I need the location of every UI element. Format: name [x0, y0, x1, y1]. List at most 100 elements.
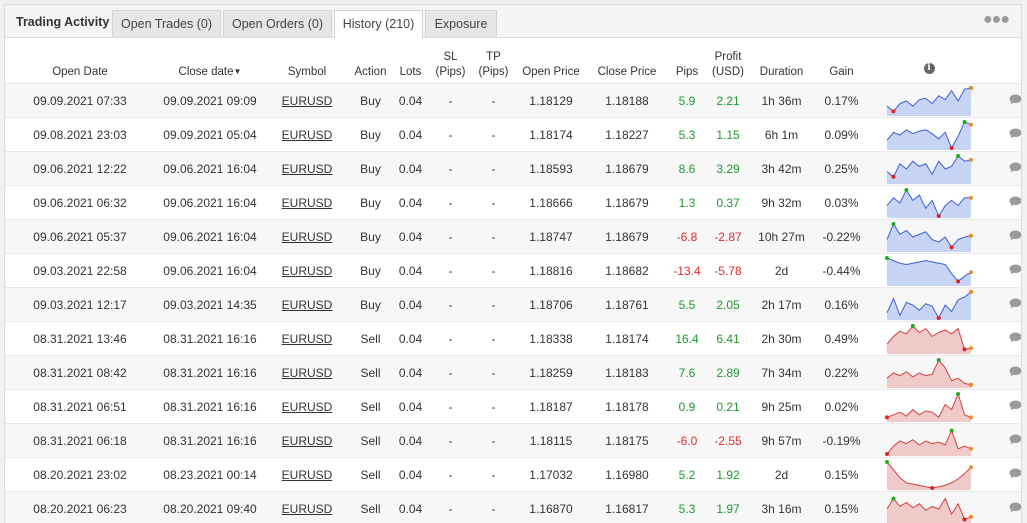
symbol-link[interactable]: EURUSD	[282, 400, 333, 414]
cell-trade-chart[interactable]	[869, 492, 989, 523]
symbol-link[interactable]: EURUSD	[282, 196, 333, 210]
cell-open-date: 08.20.2021 23:02	[5, 458, 155, 492]
comment-icon[interactable]	[1009, 162, 1022, 173]
symbol-link[interactable]: EURUSD	[282, 230, 333, 244]
cell-trade-chart[interactable]	[869, 84, 989, 118]
symbol-link[interactable]: EURUSD	[282, 94, 333, 108]
symbol-link[interactable]: EURUSD	[282, 162, 333, 176]
cell-close-price: 1.18679	[587, 152, 667, 186]
cell-comment	[989, 356, 1022, 390]
header-gain[interactable]: Gain	[814, 38, 869, 84]
cell-open-date: 09.06.2021 12:22	[5, 152, 155, 186]
header-open-date[interactable]: Open Date	[5, 38, 155, 84]
comment-icon[interactable]	[1009, 230, 1022, 241]
comment-icon[interactable]	[1009, 468, 1022, 479]
comment-icon[interactable]	[1009, 264, 1022, 275]
symbol-link[interactable]: EURUSD	[282, 298, 333, 312]
comment-icon[interactable]	[1009, 366, 1022, 377]
sparkline-last-point	[969, 122, 973, 126]
header-symbol[interactable]: Symbol	[265, 38, 349, 84]
sparkline-min-point	[956, 279, 960, 283]
cell-trade-chart[interactable]	[869, 458, 989, 492]
cell-tp: -	[472, 492, 515, 523]
tab-open-trades[interactable]: Open Trades (0)	[112, 10, 221, 37]
comment-icon[interactable]	[1009, 400, 1022, 411]
cell-trade-chart[interactable]	[869, 390, 989, 424]
sparkline-max-point	[937, 358, 941, 362]
header-lots[interactable]: Lots	[392, 38, 429, 84]
header-duration[interactable]: Duration	[749, 38, 814, 84]
table-row[interactable]: 08.31.2021 13:4608.31.2021 16:16EURUSDSe…	[5, 322, 1022, 356]
table-row[interactable]: 09.03.2021 22:5809.06.2021 16:04EURUSDBu…	[5, 254, 1022, 288]
table-row[interactable]: 08.31.2021 08:4208.31.2021 16:16EURUSDSe…	[5, 356, 1022, 390]
table-row[interactable]: 09.06.2021 05:3709.06.2021 16:04EURUSDBu…	[5, 220, 1022, 254]
cell-action: Sell	[349, 458, 392, 492]
table-row[interactable]: 09.06.2021 12:2209.06.2021 16:04EURUSDBu…	[5, 152, 1022, 186]
table-row[interactable]: 08.31.2021 06:1808.31.2021 16:16EURUSDSe…	[5, 424, 1022, 458]
symbol-link[interactable]: EURUSD	[282, 264, 333, 278]
sparkline-min-point	[891, 109, 895, 113]
cell-trade-chart[interactable]	[869, 322, 989, 356]
comment-icon[interactable]	[1009, 128, 1022, 139]
tab-exposure[interactable]: Exposure	[425, 10, 497, 37]
header-open-price[interactable]: Open Price	[515, 38, 587, 84]
symbol-link[interactable]: EURUSD	[282, 366, 333, 380]
symbol-link[interactable]: EURUSD	[282, 332, 333, 346]
cell-lots: 0.04	[392, 84, 429, 118]
tab-history[interactable]: History (210)	[334, 10, 423, 38]
cell-open-price: 1.17032	[515, 458, 587, 492]
table-body: 09.09.2021 07:3309.09.2021 09:09EURUSDBu…	[5, 84, 1022, 523]
symbol-link[interactable]: EURUSD	[282, 128, 333, 142]
cell-trade-chart[interactable]	[869, 288, 989, 322]
table-row[interactable]: 08.31.2021 06:5108.31.2021 16:16EURUSDSe…	[5, 390, 1022, 424]
header-action[interactable]: Action	[349, 38, 392, 84]
sparkline-max-point	[891, 222, 895, 226]
cell-sl: -	[429, 84, 472, 118]
table-row[interactable]: 08.20.2021 23:0208.23.2021 00:14EURUSDSe…	[5, 458, 1022, 492]
table-row[interactable]: 09.08.2021 23:0309.09.2021 05:04EURUSDBu…	[5, 118, 1022, 152]
symbol-link[interactable]: EURUSD	[282, 468, 333, 482]
sparkline-min-point	[937, 214, 941, 218]
cell-action: Buy	[349, 254, 392, 288]
header-tp[interactable]: TP(Pips)	[472, 38, 515, 84]
more-horizontal-icon[interactable]: ●●●	[983, 11, 1009, 29]
comment-icon[interactable]	[1009, 502, 1022, 513]
cell-tp: -	[472, 84, 515, 118]
cell-close-price: 1.18227	[587, 118, 667, 152]
cell-trade-chart[interactable]	[869, 356, 989, 390]
cell-sl: -	[429, 424, 472, 458]
tab-open-orders[interactable]: Open Orders (0)	[223, 10, 332, 37]
cell-trade-chart[interactable]	[869, 118, 989, 152]
cell-lots: 0.04	[392, 186, 429, 220]
table-row[interactable]: 09.09.2021 07:3309.09.2021 09:09EURUSDBu…	[5, 84, 1022, 118]
cell-trade-chart[interactable]	[869, 186, 989, 220]
sparkline-max-point	[904, 188, 908, 192]
cell-symbol: EURUSD	[265, 220, 349, 254]
header-close-price[interactable]: Close Price	[587, 38, 667, 84]
cell-action: Buy	[349, 118, 392, 152]
comment-icon[interactable]	[1009, 434, 1022, 445]
comment-icon[interactable]	[1009, 196, 1022, 207]
cell-pips: 5.3	[667, 492, 707, 523]
symbol-link[interactable]: EURUSD	[282, 502, 333, 516]
cell-trade-chart[interactable]	[869, 254, 989, 288]
symbol-link[interactable]: EURUSD	[282, 434, 333, 448]
sparkline-max-point	[956, 392, 960, 396]
cell-trade-chart[interactable]	[869, 424, 989, 458]
comment-icon[interactable]	[1009, 94, 1022, 105]
cell-open-date: 08.31.2021 08:42	[5, 356, 155, 390]
table-row[interactable]: 09.03.2021 12:1709.03.2021 14:35EURUSDBu…	[5, 288, 1022, 322]
table-row[interactable]: 09.06.2021 06:3209.06.2021 16:04EURUSDBu…	[5, 186, 1022, 220]
table-row[interactable]: 08.20.2021 06:2308.20.2021 09:40EURUSDSe…	[5, 492, 1022, 523]
header-profit[interactable]: Profit(USD)	[707, 38, 749, 84]
comment-icon[interactable]	[1009, 332, 1022, 343]
header-sl[interactable]: SL(Pips)	[429, 38, 472, 84]
header-pips[interactable]: Pips	[667, 38, 707, 84]
header-close-date[interactable]: Close date▼	[155, 38, 265, 84]
comment-icon[interactable]	[1009, 298, 1022, 309]
cell-trade-chart[interactable]	[869, 152, 989, 186]
cell-close-price: 1.18175	[587, 424, 667, 458]
trade-sparkline	[885, 494, 973, 523]
cell-trade-chart[interactable]	[869, 220, 989, 254]
info-icon[interactable]: i	[924, 63, 935, 74]
